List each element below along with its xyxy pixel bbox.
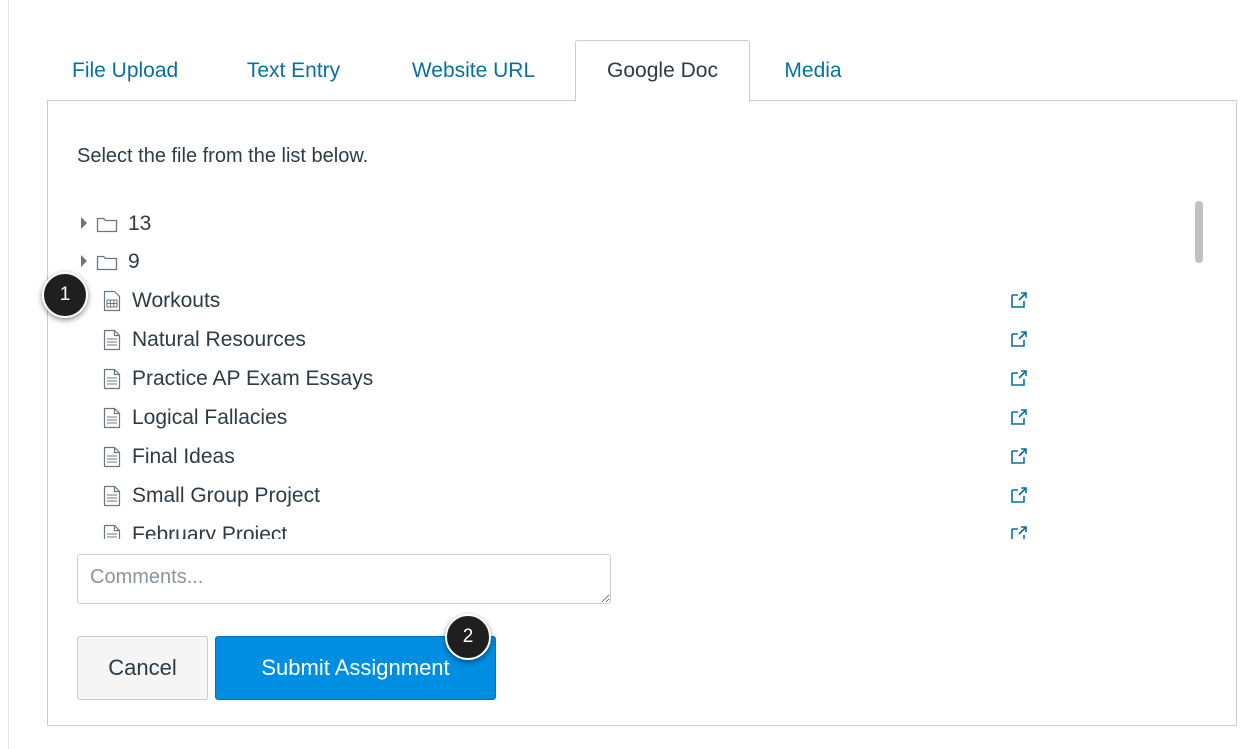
file-list-scrollbar[interactable] [1195,201,1203,263]
document-icon [102,407,122,429]
folder-icon [96,215,118,233]
file-row[interactable]: Small Group Project [70,476,1070,515]
cancel-button[interactable]: Cancel [77,636,208,700]
document-icon [102,485,122,507]
tab-media[interactable]: Media [750,40,876,101]
google-doc-panel: Select the file from the list below. 13 … [47,100,1237,726]
callout-badge-1: 1 [42,272,88,318]
document-icon [102,329,122,351]
external-link-icon[interactable] [1010,447,1028,465]
file-label: Practice AP Exam Essays [132,366,374,390]
file-label: Logical Fallacies [132,405,288,429]
file-row[interactable]: Workouts [70,281,1070,320]
tab-website-url[interactable]: Website URL [372,40,575,101]
expand-caret-icon[interactable] [80,242,90,281]
submission-type-tabs: File Upload Text Entry Website URL Googl… [47,40,876,102]
file-label: Natural Resources [132,327,306,351]
folder-label: 13 [128,211,152,235]
folder-label: 9 [128,249,140,273]
document-icon [102,368,122,390]
external-link-icon[interactable] [1010,486,1028,504]
file-row[interactable]: Final Ideas [70,437,1070,476]
file-row[interactable]: Practice AP Exam Essays [70,359,1070,398]
file-row[interactable]: February Project [70,515,1070,539]
tab-file-upload[interactable]: File Upload [47,40,215,101]
folder-row[interactable]: 13 [70,204,1070,243]
external-link-icon[interactable] [1010,408,1028,426]
file-list[interactable]: 13 9 Workouts Natural Resources Practice… [70,199,1210,539]
instruction-text: Select the file from the list below. [77,145,369,167]
page-frame: File Upload Text Entry Website URL Googl… [8,0,1249,749]
folder-row[interactable]: 9 [70,242,1070,281]
external-link-icon[interactable] [1010,369,1028,387]
file-row[interactable]: Natural Resources [70,320,1070,359]
expand-caret-icon[interactable] [80,204,90,243]
file-label: Small Group Project [132,483,320,507]
document-icon [102,446,122,468]
tab-google-doc[interactable]: Google Doc [575,40,750,102]
file-row[interactable]: Logical Fallacies [70,398,1070,437]
document-icon [102,524,122,539]
external-link-icon[interactable] [1010,330,1028,348]
tab-text-entry[interactable]: Text Entry [215,40,372,101]
callout-badge-2: 2 [445,614,491,660]
folder-icon [96,253,118,271]
file-label: Final Ideas [132,444,235,468]
external-link-icon[interactable] [1010,525,1028,539]
file-label: February Project [132,522,288,540]
spreadsheet-icon [102,290,122,312]
comments-field[interactable] [77,554,611,604]
external-link-icon[interactable] [1010,291,1028,309]
file-label: Workouts [132,288,221,312]
